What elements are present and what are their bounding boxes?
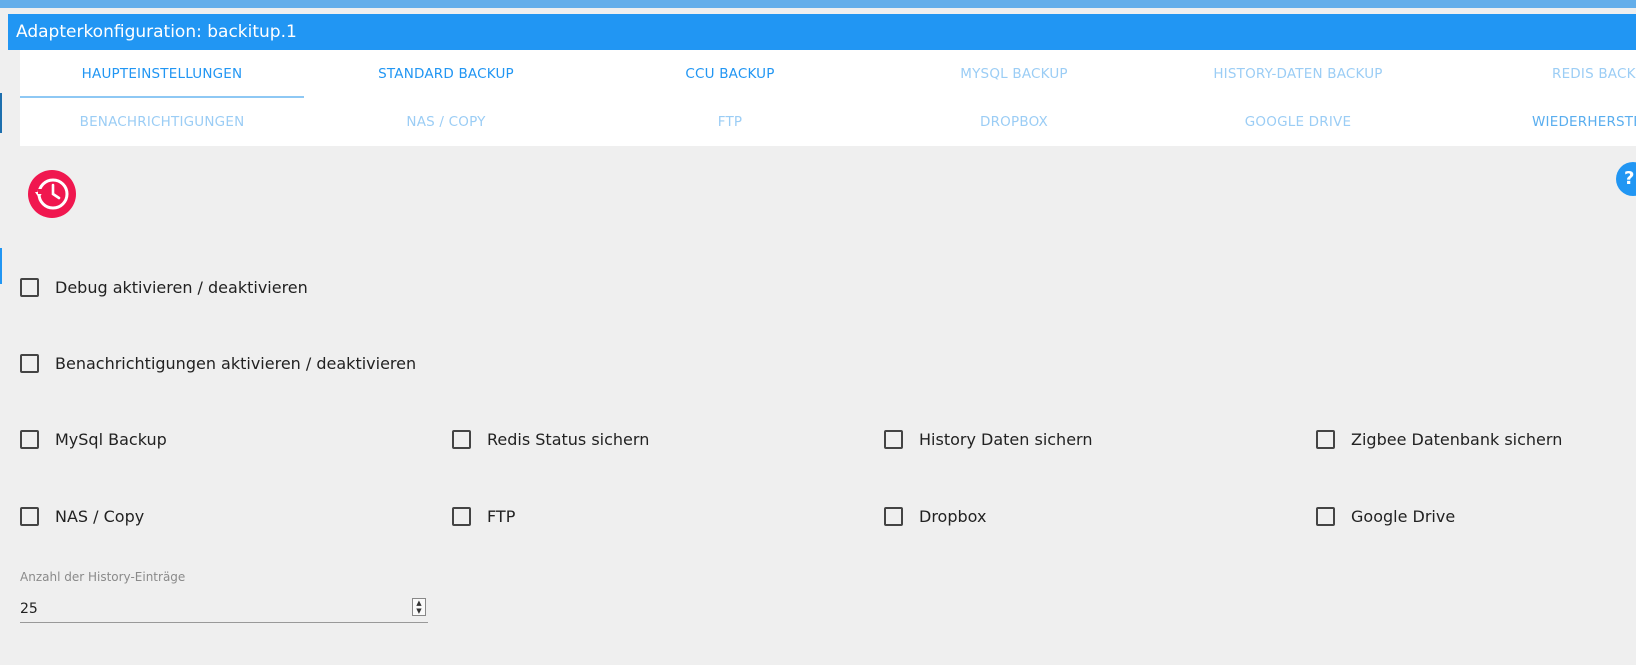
checkbox-label: Debug aktivieren / deaktivieren bbox=[55, 278, 308, 297]
checkbox-label: Redis Status sichern bbox=[487, 430, 650, 449]
tab-mysql-backup[interactable]: MYSQL BACKUP bbox=[872, 50, 1156, 98]
checkbox-box[interactable] bbox=[1316, 430, 1335, 449]
tab-history-daten-backup[interactable]: HISTORY-DATEN BACKUP bbox=[1156, 50, 1440, 98]
checkbox-label: History Daten sichern bbox=[919, 430, 1093, 449]
history-entries-label: Anzahl der History-Einträge bbox=[20, 570, 186, 584]
checkbox-label: Google Drive bbox=[1351, 507, 1456, 526]
tab-wiederherstellen[interactable]: WIEDERHERSTELLEN bbox=[1440, 98, 1636, 146]
checkbox-box[interactable] bbox=[20, 354, 39, 373]
left-edge bbox=[0, 8, 8, 665]
tab-ccu-backup[interactable]: CCU BACKUP bbox=[588, 50, 872, 98]
number-stepper-icon[interactable]: ▲ ▼ bbox=[412, 598, 426, 616]
tab-ftp[interactable]: FTP bbox=[588, 98, 872, 146]
checkbox-notifications[interactable]: Benachrichtigungen aktivieren / deaktivi… bbox=[20, 354, 416, 373]
left-edge-marker bbox=[0, 248, 2, 284]
checkbox-zigbee-datenbank[interactable]: Zigbee Datenbank sichern bbox=[1316, 430, 1562, 449]
tab-standard-backup[interactable]: STANDARD BACKUP bbox=[304, 50, 588, 98]
tab-bar: HAUPTEINSTELLUNGEN STANDARD BACKUP CCU B… bbox=[20, 50, 1636, 146]
checkbox-debug[interactable]: Debug aktivieren / deaktivieren bbox=[20, 278, 308, 297]
checkbox-history-daten[interactable]: History Daten sichern bbox=[884, 430, 1092, 449]
backup-history-icon bbox=[28, 170, 76, 218]
tab-redis-backup[interactable]: REDIS BACKUP bbox=[1440, 50, 1636, 98]
checkbox-label: FTP bbox=[487, 507, 516, 526]
checkbox-box[interactable] bbox=[20, 430, 39, 449]
top-accent-strip bbox=[0, 0, 1636, 8]
tab-benachrichtigungen[interactable]: BENACHRICHTIGUNGEN bbox=[20, 98, 304, 146]
checkbox-google-drive[interactable]: Google Drive bbox=[1316, 507, 1455, 526]
checkbox-label: Zigbee Datenbank sichern bbox=[1351, 430, 1563, 449]
checkbox-box[interactable] bbox=[452, 507, 471, 526]
checkbox-label: NAS / Copy bbox=[55, 507, 145, 526]
dialog-title: Adapterkonfiguration: backitup.1 bbox=[16, 22, 297, 42]
checkbox-label: Dropbox bbox=[919, 507, 987, 526]
checkbox-ftp[interactable]: FTP bbox=[452, 507, 515, 526]
left-edge-marker bbox=[0, 93, 2, 133]
checkbox-box[interactable] bbox=[1316, 507, 1335, 526]
history-entries-value[interactable]: 25 bbox=[20, 601, 38, 617]
help-icon[interactable]: ? bbox=[1616, 162, 1636, 196]
checkbox-dropbox[interactable]: Dropbox bbox=[884, 507, 986, 526]
tab-nas-copy[interactable]: NAS / COPY bbox=[304, 98, 588, 146]
tab-haupteinstellungen[interactable]: HAUPTEINSTELLUNGEN bbox=[20, 50, 304, 98]
checkbox-redis-status[interactable]: Redis Status sichern bbox=[452, 430, 649, 449]
checkbox-box[interactable] bbox=[20, 507, 39, 526]
checkbox-label: Benachrichtigungen aktivieren / deaktivi… bbox=[55, 354, 417, 373]
checkbox-nas-copy[interactable]: NAS / Copy bbox=[20, 507, 144, 526]
checkbox-box[interactable] bbox=[452, 430, 471, 449]
checkbox-label: MySql Backup bbox=[55, 430, 167, 449]
history-entries-input[interactable]: 25 ▲ ▼ bbox=[20, 596, 428, 623]
checkbox-box[interactable] bbox=[884, 507, 903, 526]
checkbox-mysql-backup[interactable]: MySql Backup bbox=[20, 430, 167, 449]
history-entries-field: Anzahl der History-Einträge 25 ▲ ▼ bbox=[20, 570, 428, 623]
tab-dropbox[interactable]: DROPBOX bbox=[872, 98, 1156, 146]
tab-google-drive[interactable]: GOOGLE DRIVE bbox=[1156, 98, 1440, 146]
checkbox-box[interactable] bbox=[884, 430, 903, 449]
dialog-title-bar: Adapterkonfiguration: backitup.1 bbox=[8, 14, 1636, 50]
checkbox-box[interactable] bbox=[20, 278, 39, 297]
